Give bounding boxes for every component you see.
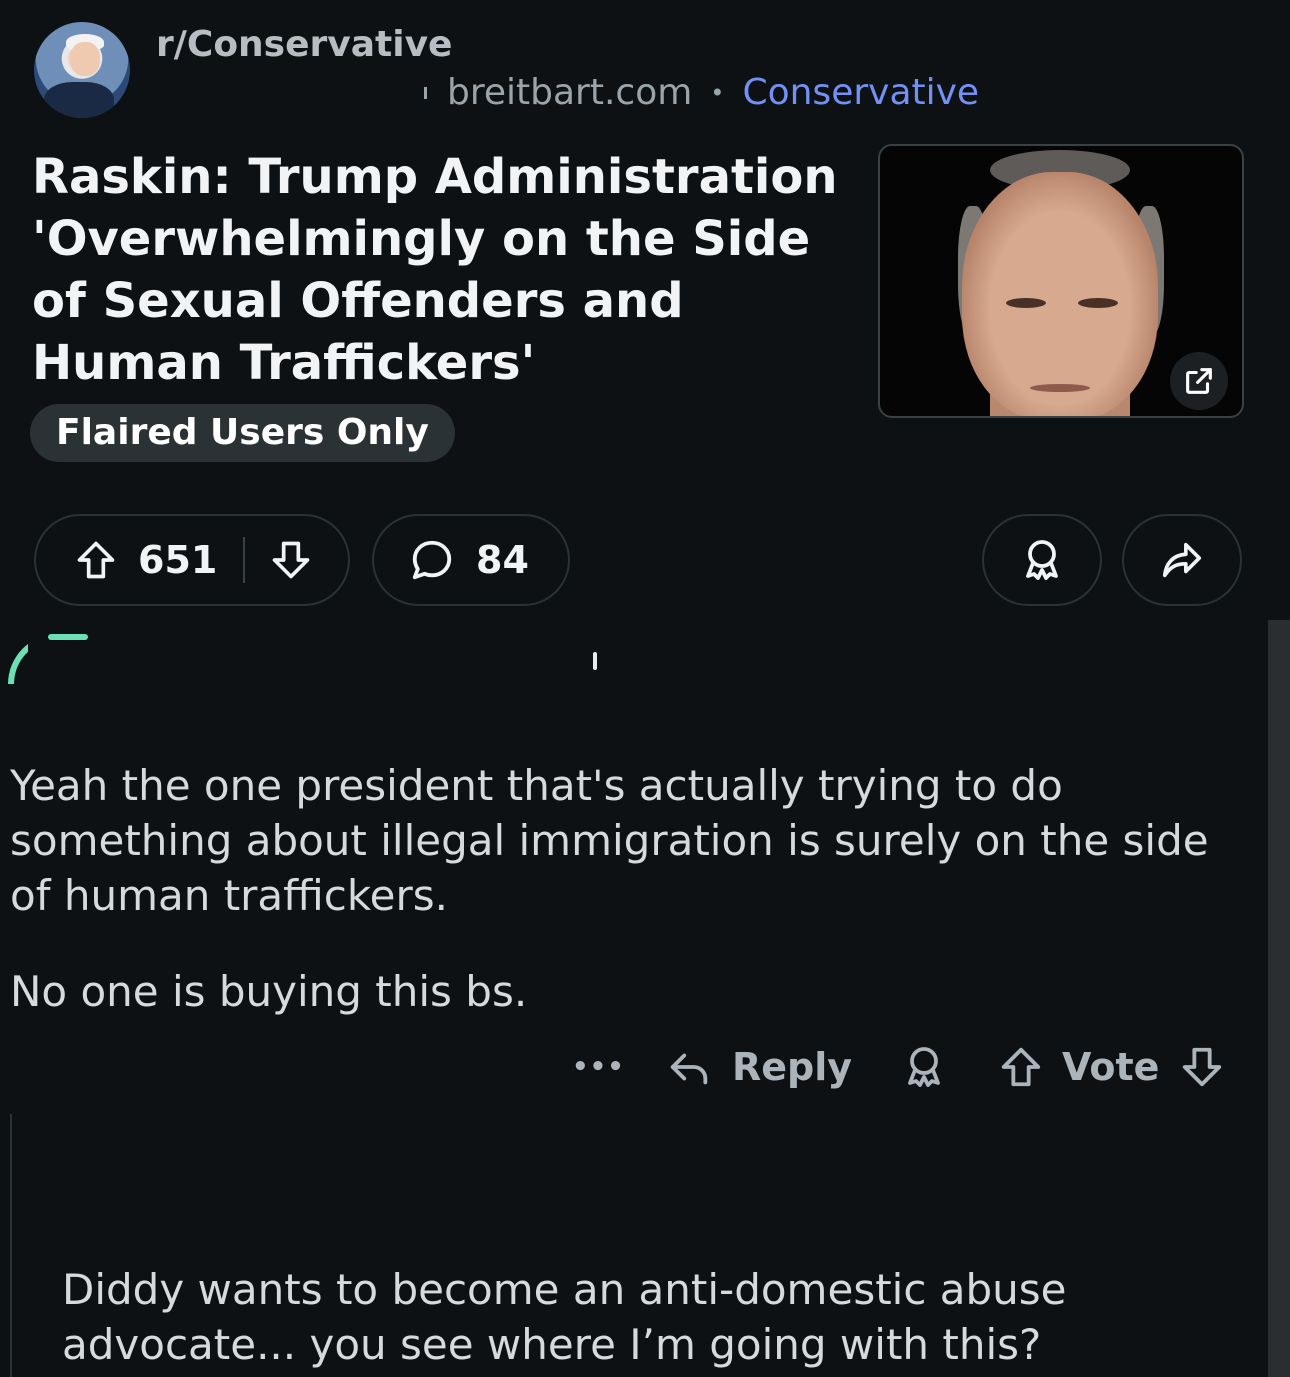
comment-count: 84 [476, 538, 529, 582]
comment-body-paragraph: No one is buying this bs. [10, 967, 528, 1016]
reply-arrow-icon [666, 1044, 714, 1090]
meta-tick [424, 86, 427, 99]
upvote-count: 651 [138, 538, 218, 582]
post-thumbnail[interactable] [878, 144, 1244, 418]
subreddit-avatar[interactable] [34, 22, 130, 118]
source-domain[interactable]: breitbart.com [447, 72, 692, 113]
reply-label: Reply [732, 1045, 853, 1089]
post-meta: breitbart.com • Conservative [424, 72, 979, 113]
vote-divider [243, 537, 246, 583]
comments-button[interactable]: 84 [372, 514, 570, 606]
vote-label: Vote [1062, 1045, 1160, 1089]
reply-button[interactable]: Reply [666, 1036, 852, 1098]
reply-comment-body: Diddy wants to become an anti-domestic a… [62, 1265, 1067, 1369]
subreddit-name[interactable]: r/Conservative [156, 24, 452, 65]
downvote-arrow-icon[interactable] [1179, 1043, 1225, 1091]
post-title[interactable]: Raskin: Trump Administration 'Overwhelmi… [32, 146, 852, 394]
meta-separator: • [710, 78, 725, 107]
comment-award-button[interactable] [900, 1036, 948, 1098]
community-flair[interactable]: Conservative [742, 72, 979, 113]
comment-body: Yeah the one president that's actually t… [10, 761, 1209, 920]
external-link-icon[interactable] [1170, 352, 1228, 410]
scrollbar[interactable] [1268, 620, 1290, 1377]
thread-line[interactable] [10, 1114, 12, 1377]
more-options-icon[interactable]: ••• [572, 1036, 625, 1098]
comment-bubble-icon [408, 537, 456, 583]
username-fragment [593, 652, 597, 670]
comment-avatar-edge [48, 634, 88, 640]
upvote-arrow-icon[interactable] [998, 1043, 1044, 1091]
post-flair-badge: Flaired Users Only [30, 404, 455, 462]
award-button[interactable] [982, 514, 1102, 606]
award-icon [1018, 536, 1066, 584]
vote-control: 651 [34, 514, 350, 606]
more-options-label: ••• [572, 1052, 625, 1082]
comment-avatar[interactable] [8, 634, 28, 684]
share-button[interactable] [1122, 514, 1242, 606]
comment-vote-control: Vote [998, 1036, 1225, 1098]
downvote-arrow-icon[interactable] [269, 537, 313, 583]
upvote-arrow-icon[interactable] [74, 537, 118, 583]
award-icon [900, 1043, 948, 1091]
share-icon [1158, 537, 1206, 583]
